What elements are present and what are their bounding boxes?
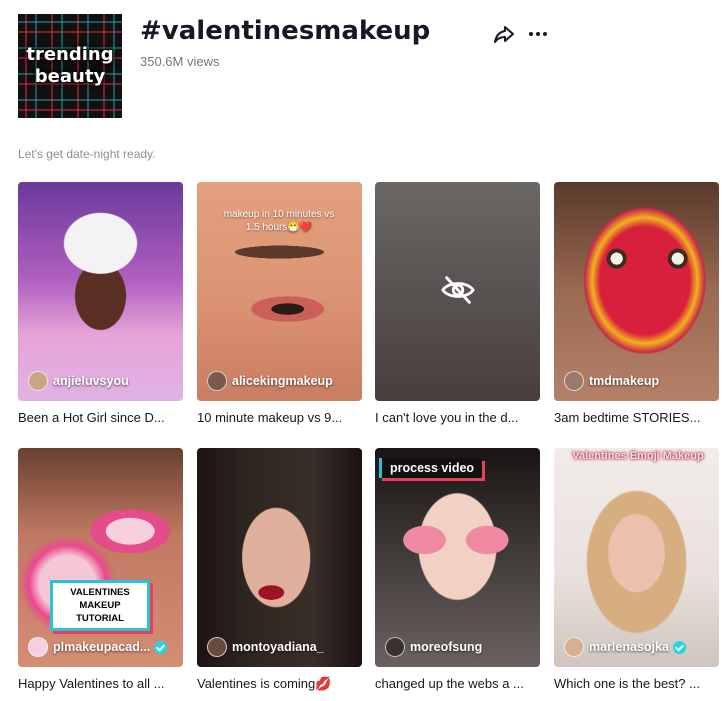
cover-text: trending beauty [26, 44, 113, 88]
video-thumbnail[interactable]: VALENTINES MAKEUP TUTORIAL plmakeupacad.… [18, 448, 183, 667]
video-caption[interactable]: 3am bedtime STORIES... [554, 409, 719, 427]
more-icon[interactable] [526, 22, 550, 46]
eye-slash-icon [441, 276, 475, 304]
video-thumbnail[interactable]: montoyadiana_ [197, 448, 362, 667]
video-thumbnail[interactable]: process video moreofsung [375, 448, 540, 667]
video-card[interactable]: Valentines Emoji Makeup marlenasojka Whi… [554, 448, 719, 693]
verified-icon [154, 640, 168, 654]
video-author[interactable]: plmakeupacad... [28, 637, 168, 657]
video-card[interactable]: I can't love you in the d... [375, 182, 540, 427]
video-overlay-text: Valentines Emoji Makeup [572, 450, 704, 462]
video-thumbnail[interactable]: anjieluvsyou [18, 182, 183, 401]
video-card[interactable]: montoyadiana_ Valentines is coming💋 [197, 448, 362, 693]
author-name: moreofsung [410, 640, 483, 654]
video-author[interactable]: montoyadiana_ [207, 637, 324, 657]
video-caption[interactable]: changed up the webs a ... [375, 675, 540, 693]
cover-text-line1: trending [26, 44, 114, 65]
video-author[interactable]: tmdmakeup [564, 371, 659, 391]
hashtag-header: trending beauty #valentinesmakeup 350.6M… [18, 14, 708, 118]
video-overlay-text: makeup in 10 minutes vs 1.5 hours😷❤️ [223, 209, 335, 233]
verified-icon [672, 640, 686, 654]
video-card[interactable]: tmdmakeup 3am bedtime STORIES... [554, 182, 719, 427]
author-name: montoyadiana_ [232, 640, 324, 654]
view-count: 350.6M views [140, 54, 220, 69]
video-caption[interactable]: I can't love you in the d... [375, 409, 540, 427]
video-thumbnail[interactable]: Valentines Emoji Makeup marlenasojka [554, 448, 719, 667]
video-caption[interactable]: Which one is the best? ... [554, 675, 719, 693]
video-overlay-badge: VALENTINES MAKEUP TUTORIAL [50, 580, 150, 631]
video-caption[interactable]: Happy Valentines to all ... [18, 675, 183, 693]
author-name: alicekingmakeup [232, 374, 333, 388]
video-author[interactable]: anjieluvsyou [28, 371, 129, 391]
author-name: anjieluvsyou [53, 374, 129, 388]
video-card[interactable]: makeup in 10 minutes vs 1.5 hours😷❤️ ali… [197, 182, 362, 427]
avatar [385, 637, 405, 657]
video-thumbnail[interactable]: tmdmakeup [554, 182, 719, 401]
video-thumbnail[interactable]: makeup in 10 minutes vs 1.5 hours😷❤️ ali… [197, 182, 362, 401]
video-author[interactable]: moreofsung [385, 637, 482, 657]
video-card[interactable]: anjieluvsyou Been a Hot Girl since D... [18, 182, 183, 427]
video-caption[interactable]: Been a Hot Girl since D... [18, 409, 183, 427]
avatar [28, 637, 48, 657]
author-name: marlenasojka [589, 640, 669, 654]
hashtag-title: #valentinesmakeup [140, 16, 431, 46]
author-name: plmakeupacad... [53, 640, 151, 654]
avatar [564, 371, 584, 391]
avatar [564, 637, 584, 657]
cover-text-line2: beauty [34, 66, 106, 87]
author-name: tmdmakeup [589, 374, 660, 388]
avatar [207, 371, 227, 391]
avatar [207, 637, 227, 657]
video-thumbnail[interactable] [375, 182, 540, 401]
hashtag-description: Let's get date-night ready. [18, 147, 156, 161]
video-caption[interactable]: 10 minute makeup vs 9... [197, 409, 362, 427]
avatar [28, 371, 48, 391]
hashtag-cover-image: trending beauty [18, 14, 122, 118]
video-card[interactable]: process video moreofsung changed up the … [375, 448, 540, 693]
video-author[interactable]: marlenasojka [564, 637, 686, 657]
video-card[interactable]: VALENTINES MAKEUP TUTORIAL plmakeupacad.… [18, 448, 183, 693]
video-author[interactable]: alicekingmakeup [207, 371, 333, 391]
share-icon[interactable] [492, 22, 516, 46]
video-overlay-badge: process video [379, 458, 483, 478]
video-caption[interactable]: Valentines is coming💋 [197, 675, 362, 693]
